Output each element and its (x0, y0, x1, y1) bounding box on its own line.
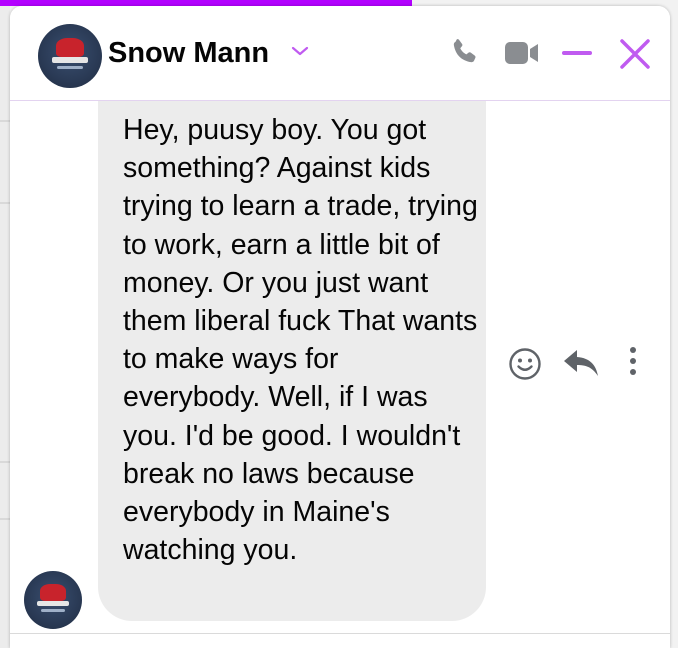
more-options-icon[interactable] (628, 345, 638, 377)
contact-avatar[interactable] (38, 24, 102, 88)
message-text: Hey, puusy boy. You got something? Again… (123, 114, 478, 567)
minimize-icon[interactable] (562, 50, 592, 56)
video-camera-icon[interactable] (504, 40, 540, 66)
chat-header: Snow Mann (10, 6, 670, 101)
divider (0, 120, 10, 122)
divider (0, 518, 10, 520)
composer-area[interactable] (10, 634, 670, 648)
sender-avatar[interactable] (24, 571, 82, 629)
contact-name[interactable]: Snow Mann (108, 37, 269, 70)
smiley-icon[interactable] (508, 347, 542, 381)
divider (0, 461, 10, 463)
divider (0, 202, 10, 204)
message-bubble[interactable]: Hey, puusy boy. You got something? Again… (98, 101, 486, 621)
reply-icon[interactable] (562, 347, 600, 379)
phone-icon[interactable] (448, 36, 480, 68)
background-panel (0, 6, 10, 648)
close-icon[interactable] (618, 37, 652, 71)
chat-window: Snow Mann Hey, puusy boy. You got someth (10, 6, 670, 648)
chevron-down-icon[interactable] (290, 44, 310, 58)
message-thread[interactable]: Hey, puusy boy. You got something? Again… (10, 101, 670, 633)
messenger-page: Snow Mann Hey, puusy boy. You got someth (0, 0, 678, 648)
